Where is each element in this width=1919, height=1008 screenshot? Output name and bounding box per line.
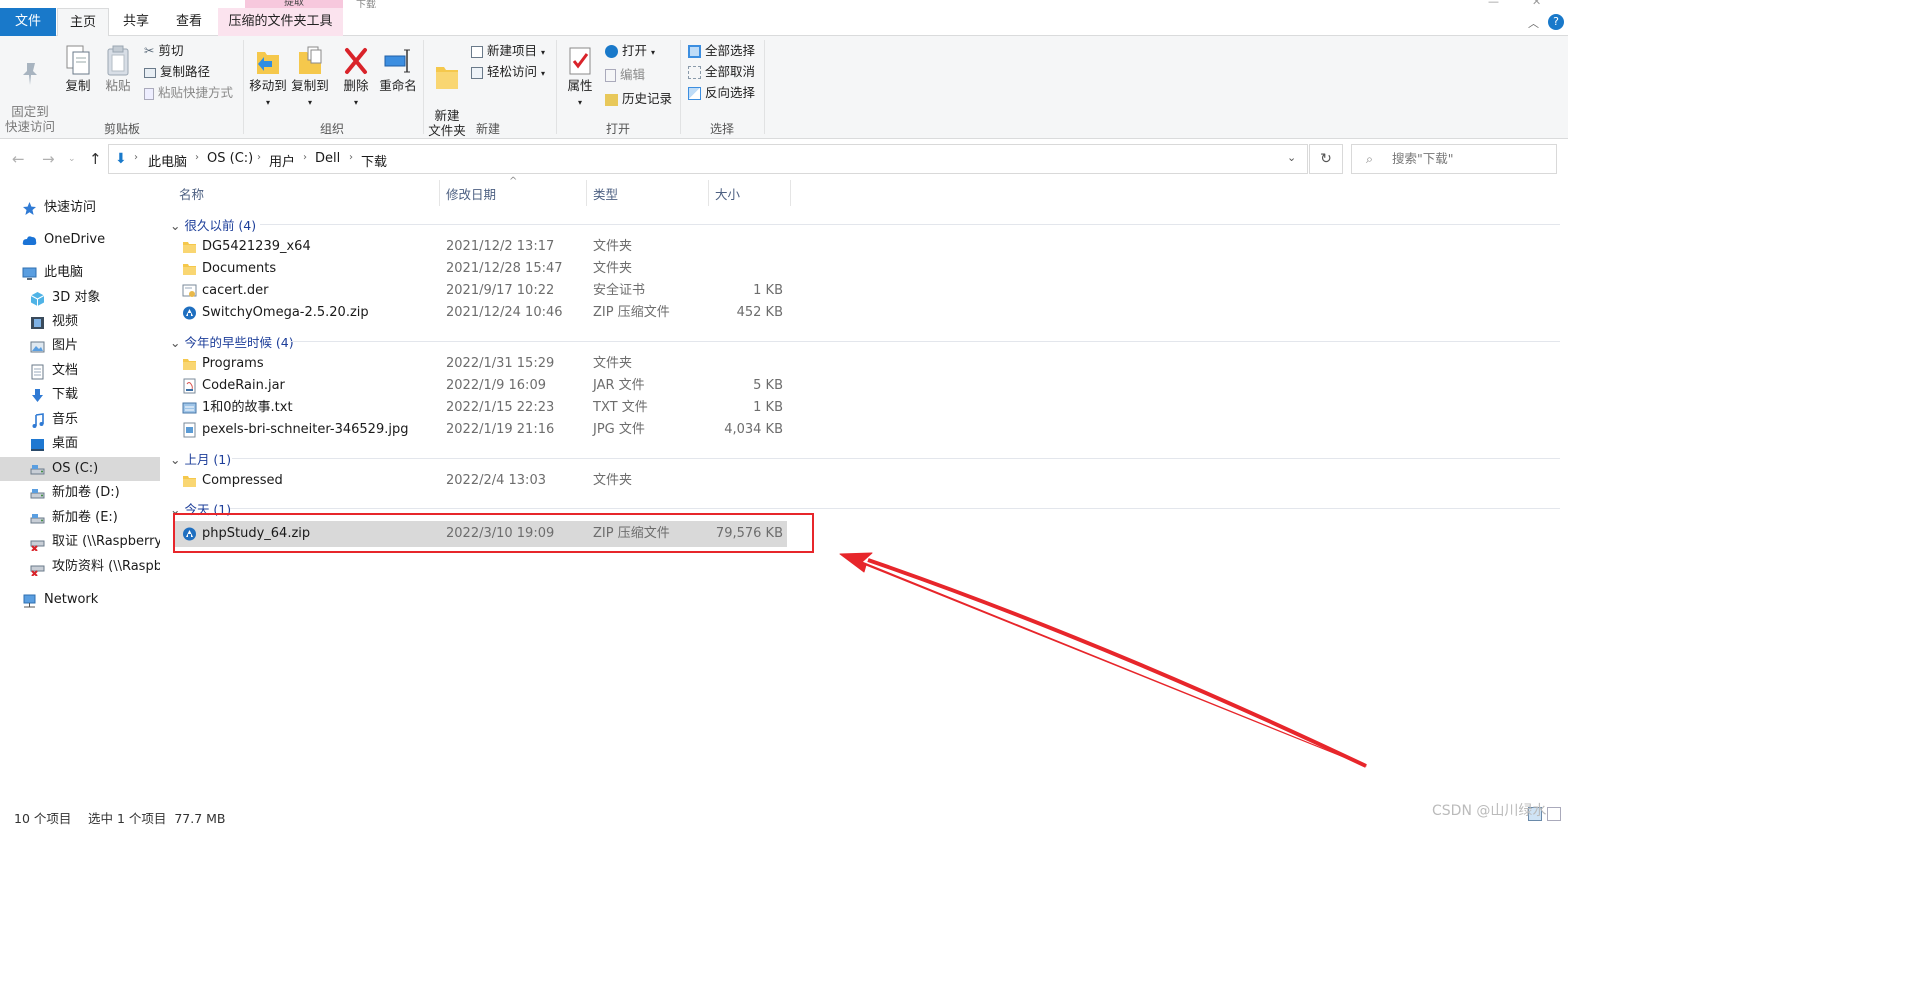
selection-info: 选中 1 个项目 77.7 MB	[88, 811, 226, 826]
status-bar: 10 个项目 选中 1 个项目 77.7 MB	[0, 800, 1568, 830]
red-arrow-annotation	[839, 552, 1367, 768]
watermark: CSDN @山川绿水	[1432, 803, 1547, 819]
large-icons-view-icon[interactable]	[1547, 807, 1561, 821]
item-count: 10 个项目	[14, 811, 72, 826]
